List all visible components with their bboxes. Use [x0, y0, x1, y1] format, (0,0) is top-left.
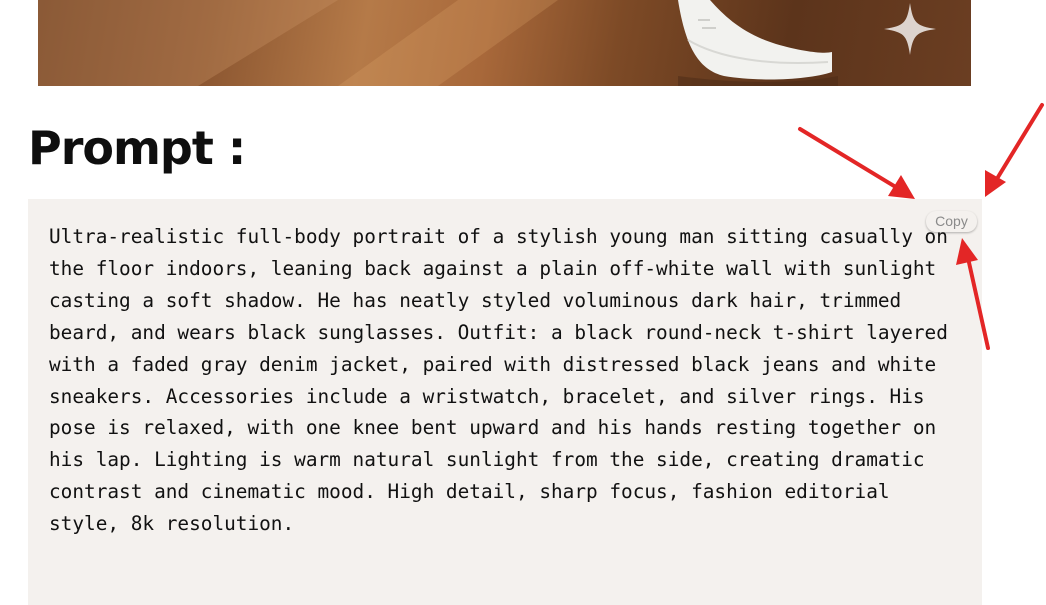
prompt-line: contrast and cinematic mood. High detail… [49, 480, 890, 504]
prompt-line: the floor indoors, leaning back against … [49, 256, 937, 280]
hero-image [38, 0, 971, 86]
prompt-text: Ultra-realistic full-body portrait of a … [49, 221, 959, 540]
copy-button[interactable]: Copy [926, 211, 977, 232]
prompt-line: beard, and wears black sunglasses. Outfi… [49, 320, 948, 344]
prompt-line: with a faded gray denim jacket, paired w… [49, 352, 937, 376]
arrow-icon [985, 103, 1044, 197]
page-title: Prompt : [28, 121, 246, 175]
sparkle-icon [884, 3, 936, 55]
prompt-line: pose is relaxed, with one knee bent upwa… [49, 416, 937, 440]
arrow-icon [798, 127, 915, 199]
prompt-line: his lap. Lighting is warm natural sunlig… [49, 448, 925, 472]
prompt-line: casting a soft shadow. He has neatly sty… [49, 288, 902, 312]
prompt-line: style, 8k resolution. [49, 512, 295, 536]
prompt-line: sneakers. Accessories include a wristwat… [49, 384, 925, 408]
prompt-box: Ultra-realistic full-body portrait of a … [28, 199, 982, 605]
prompt-line: Ultra-realistic full-body portrait of a … [49, 225, 948, 248]
hero-image-art [38, 0, 838, 86]
